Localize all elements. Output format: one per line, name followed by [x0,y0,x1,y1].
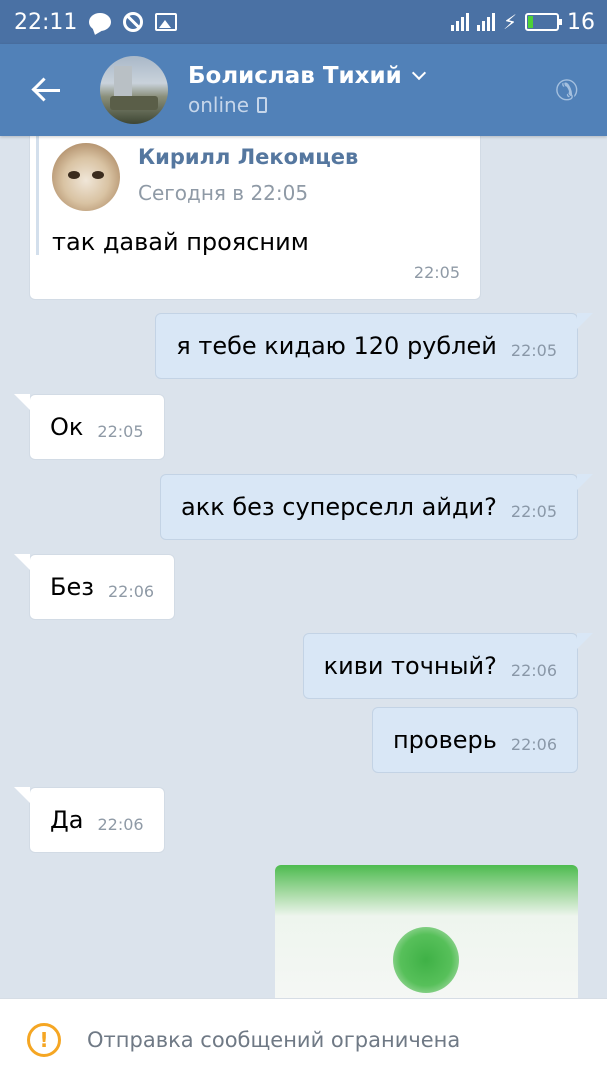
contact-name: Болислав Тихий [188,63,402,89]
signal-icon [450,13,469,31]
forward-indicator [36,136,39,255]
image-notification-icon [155,13,178,31]
forwarded-message[interactable]: Кирилл Лекомцев Сегодня в 22:05 так дава… [29,136,481,300]
incoming-message[interactable]: Да 22:06 [14,787,165,853]
back-arrow-icon [32,78,60,102]
message-text: проверь [392,726,497,754]
message-time: 22:05 [510,501,557,521]
call-button[interactable]: ✆ [527,44,607,136]
warning-icon: ! [27,1022,61,1057]
phone-icon: ✆ [555,73,579,107]
do-not-disturb-icon [123,12,144,32]
message-time: 22:06 [510,660,557,680]
chevron-down-icon [411,65,426,81]
message-text: Ок [50,413,84,441]
bubble-tail [14,394,30,410]
bubble-tail [577,633,593,649]
photo-content [393,927,459,993]
photo-attachment[interactable] [275,865,578,998]
forwarded-text: так давай проясним [52,228,309,256]
battery-icon [525,13,562,31]
chat-header: Болислав Тихий online ✆ [0,44,607,136]
incoming-message[interactable]: Без 22:06 [14,554,176,620]
outgoing-message[interactable]: я тебе кидаю 120 рублей 22:05 [155,313,593,379]
outgoing-message[interactable]: акк без суперселл айди? 22:05 [160,474,593,540]
message-text: Без [50,573,94,601]
contact-status: online [188,93,250,117]
message-time: 22:05 [510,340,557,360]
message-time: 22:06 [108,581,155,601]
forwarded-author-avatar[interactable] [52,143,120,211]
bubble-tail [577,474,593,490]
back-button[interactable] [0,44,96,136]
message-text: я тебе кидаю 120 рублей [176,332,497,360]
message-list[interactable]: Кирилл Лекомцев Сегодня в 22:05 так дава… [0,136,607,998]
outgoing-message[interactable]: проверь 22:06 [371,707,578,773]
restriction-notice: ! Отправка сообщений ограничена [0,998,607,1080]
clock: 22:11 [14,9,78,35]
bubble-tail [577,313,593,329]
message-time: 22:06 [97,814,144,834]
contact-info[interactable]: Болислав Тихий online [188,44,426,136]
restriction-text: Отправка сообщений ограничена [87,1027,461,1052]
bubble-tail [14,554,30,570]
message-notification-icon [89,13,112,31]
forwarded-author-name[interactable]: Кирилл Лекомцев [138,145,358,169]
incoming-message[interactable]: Ок 22:05 [14,394,165,460]
charging-icon: ⚡ [502,10,517,34]
bubble-tail [14,787,30,803]
status-bar: 22:11 ⚡ 16 [0,0,607,44]
message-text: Да [50,806,84,834]
contact-avatar[interactable] [100,56,168,124]
message-time: 22:05 [97,421,144,441]
signal-icon-2 [476,13,495,31]
message-time: 22:06 [510,734,557,754]
battery-level: 16 [567,9,595,35]
forwarded-date: Сегодня в 22:05 [138,181,309,205]
message-time: 22:05 [413,263,460,282]
mobile-device-icon [257,97,268,113]
message-text: киви точный? [323,652,497,680]
message-text: акк без суперселл айди? [181,493,497,521]
outgoing-message[interactable]: киви точный? 22:06 [302,633,593,699]
